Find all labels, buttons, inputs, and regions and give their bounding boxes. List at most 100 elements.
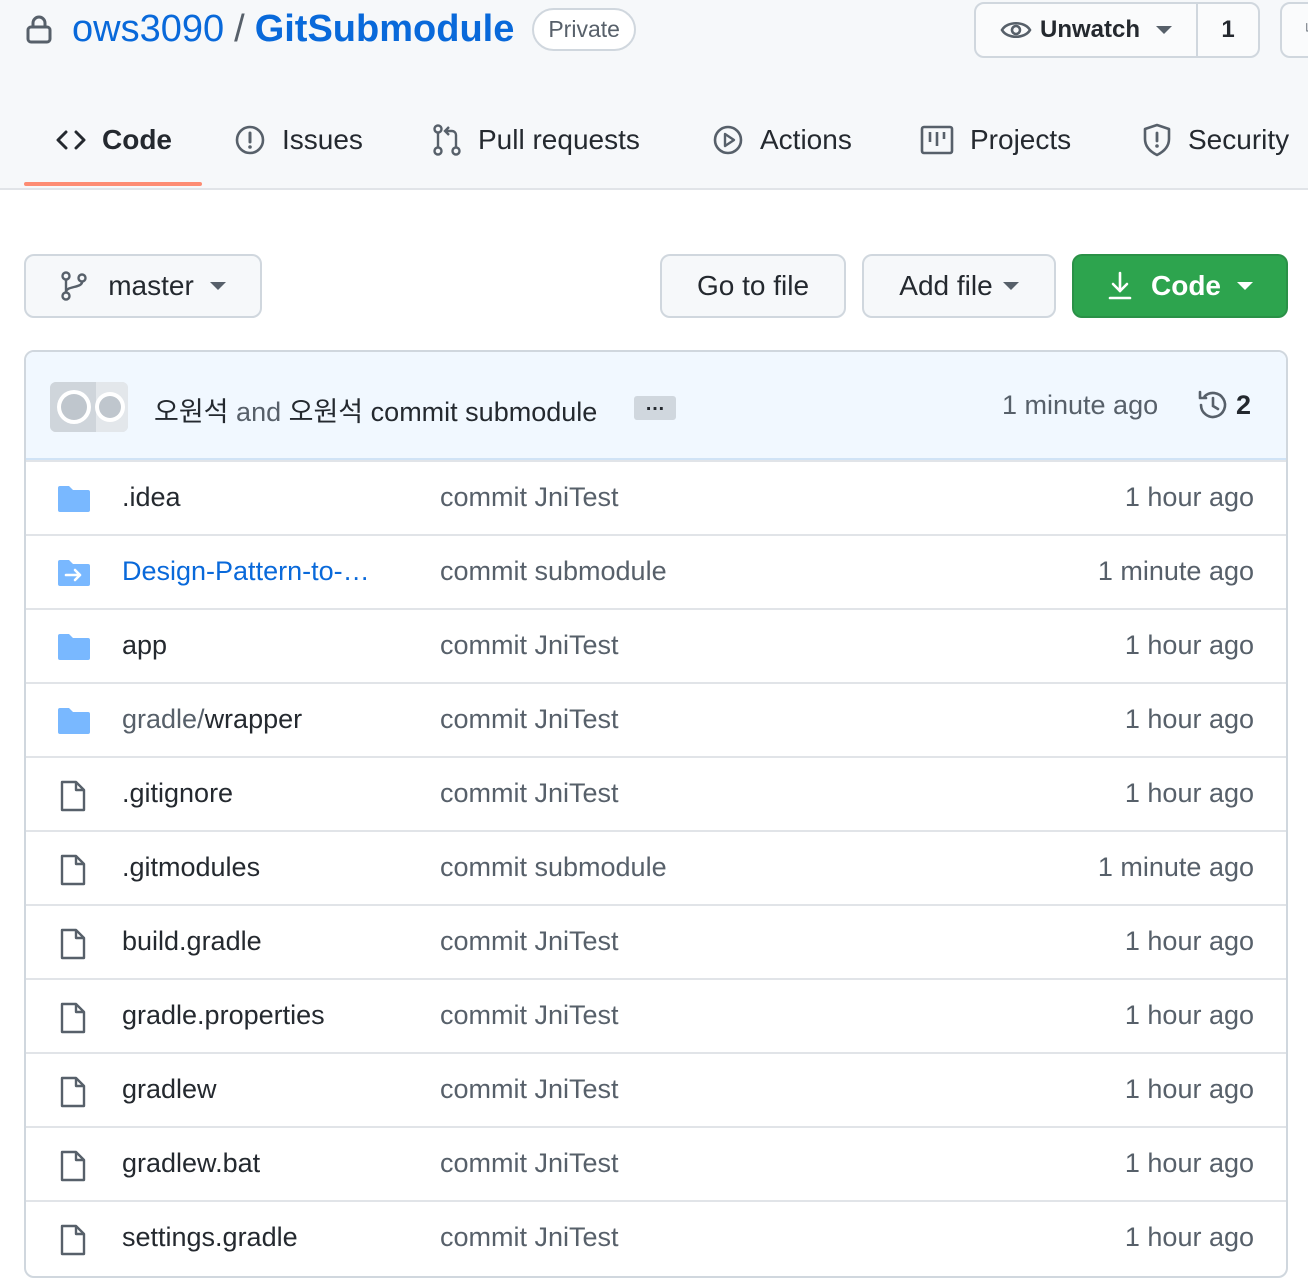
file-row[interactable]: gradlew commit JniTest 1 hour ago (26, 1052, 1286, 1126)
fork-icon: ⑂ (1304, 18, 1308, 44)
file-row[interactable]: .gitignore commit JniTest 1 hour ago (26, 756, 1286, 830)
file-path-name: wrapper (204, 704, 303, 734)
repo-owner-link[interactable]: ows3090 (72, 8, 224, 51)
avatar[interactable] (50, 382, 128, 432)
file-name-link[interactable]: gradlew.bat (122, 1148, 260, 1179)
tab-projects[interactable]: Projects (920, 110, 1071, 170)
commit-count: 2 (1236, 389, 1252, 420)
code-button-label: Code (1151, 270, 1221, 301)
file-name-link[interactable]: .gitmodules (122, 852, 260, 883)
file-name-link[interactable]: app (122, 630, 167, 661)
file-commit-time: 1 hour ago (1124, 1222, 1254, 1252)
folder-icon (56, 484, 92, 516)
active-tab-indicator (24, 182, 202, 186)
eye-icon (1000, 18, 1034, 42)
repo-title-line: ows3090 / GitSubmodule Private (26, 6, 636, 52)
folder-icon (56, 706, 92, 738)
tab-code[interactable]: Code (56, 110, 172, 170)
repo-header: ows3090 / GitSubmodule Private Unwatch 1… (0, 0, 1308, 190)
file-icon (56, 1224, 92, 1256)
file-commit-time: 1 hour ago (1124, 630, 1254, 660)
file-commit-message[interactable]: commit submodule (440, 556, 667, 587)
tab-actions[interactable]: Actions (712, 110, 852, 170)
branch-icon (61, 271, 87, 301)
file-name-link[interactable]: build.gradle (122, 926, 262, 957)
file-name-link[interactable]: .gitignore (122, 778, 233, 809)
chevron-down-icon (1156, 26, 1173, 34)
fork-button[interactable]: ⑂ (1280, 2, 1308, 58)
watchers-count[interactable]: 1 (1198, 16, 1258, 44)
file-name-link[interactable]: settings.gradle (122, 1222, 298, 1253)
file-row[interactable]: build.gradle commit JniTest 1 hour ago (26, 904, 1286, 978)
file-name-link[interactable]: gradle/wrapper (122, 704, 302, 735)
tab-issues[interactable]: Issues (234, 110, 363, 170)
latest-commit-time[interactable]: 1 minute ago (1002, 390, 1158, 421)
unwatch-label: Unwatch (1040, 16, 1141, 43)
visibility-badge: Private (532, 7, 636, 51)
commit-author-link[interactable]: 오원석 (154, 397, 229, 427)
lock-icon (26, 14, 54, 44)
file-row[interactable]: Design-Pattern-to-… commit submodule 1 m… (26, 534, 1286, 608)
latest-commit-text: 오원석 and 오원석 commit submodule (154, 390, 597, 429)
file-commit-message[interactable]: commit JniTest (440, 704, 619, 735)
file-commit-message[interactable]: commit JniTest (440, 1000, 619, 1031)
file-commit-time: 1 minute ago (1097, 556, 1254, 586)
unwatch-button[interactable]: Unwatch (976, 4, 1198, 56)
file-path-prefix: gradle/ (122, 704, 205, 734)
file-row[interactable]: gradlew.bat commit JniTest 1 hour ago (26, 1126, 1286, 1200)
file-commit-message[interactable]: commit JniTest (440, 1222, 619, 1253)
tab-code-label: Code (102, 124, 172, 155)
folder-icon (56, 632, 92, 664)
issue-icon (235, 125, 265, 155)
file-row[interactable]: .gitmodules commit submodule 1 minute ag… (26, 830, 1286, 904)
file-name-link[interactable]: gradle.properties (122, 1000, 325, 1031)
file-commit-time: 1 hour ago (1124, 778, 1254, 808)
file-icon (56, 928, 92, 960)
file-commit-time: 1 hour ago (1124, 1148, 1254, 1178)
code-icon (56, 130, 86, 150)
commit-coauthor-link[interactable]: 오원석 (289, 397, 364, 427)
tab-security[interactable]: Security (1142, 110, 1289, 170)
pull-request-icon (433, 124, 461, 156)
file-row[interactable]: app commit JniTest 1 hour ago (26, 608, 1286, 682)
file-commit-message[interactable]: commit JniTest (440, 630, 619, 661)
file-icon (56, 1002, 92, 1034)
file-row[interactable]: gradle/wrapper commit JniTest 1 hour ago (26, 682, 1286, 756)
repo-nav-tabs: Code Issues Pull requests Actions Projec… (0, 110, 1308, 190)
code-download-button[interactable]: Code (1072, 254, 1288, 318)
chevron-down-icon (1237, 282, 1253, 290)
branch-name: master (108, 270, 194, 301)
file-row[interactable]: settings.gradle commit JniTest 1 hour ag… (26, 1200, 1286, 1274)
latest-commit-bar: 오원석 and 오원석 commit submodule … 1 minute … (26, 352, 1286, 460)
repo-name-link[interactable]: GitSubmodule (255, 8, 515, 51)
file-name-link[interactable]: .idea (122, 482, 181, 513)
file-icon (56, 854, 92, 886)
shield-icon (1143, 123, 1171, 157)
file-commit-message[interactable]: commit JniTest (440, 778, 619, 809)
commit-message-link[interactable]: commit submodule (371, 397, 598, 427)
file-row[interactable]: .idea commit JniTest 1 hour ago (26, 460, 1286, 534)
history-icon (1198, 390, 1227, 419)
file-commit-message[interactable]: commit JniTest (440, 926, 619, 957)
commit-history-link[interactable]: 2 (1196, 388, 1251, 422)
watch-button-group: Unwatch 1 (974, 2, 1260, 58)
submodule-name-link[interactable]: Design-Pattern-to-… (122, 556, 370, 587)
repo-separator: / (234, 7, 245, 50)
file-commit-message[interactable]: commit submodule (440, 852, 667, 883)
file-commit-time: 1 hour ago (1124, 926, 1254, 956)
commit-expand-button[interactable]: … (634, 394, 676, 420)
file-commit-message[interactable]: commit JniTest (440, 1074, 619, 1105)
commit-and-text: and (236, 397, 282, 427)
file-commit-message[interactable]: commit JniTest (440, 482, 619, 513)
file-name-link[interactable]: gradlew (122, 1074, 217, 1105)
add-file-label: Add file (899, 270, 993, 301)
chevron-down-icon (209, 282, 226, 290)
go-to-file-button[interactable]: Go to file (660, 254, 846, 318)
file-row[interactable]: gradle.properties commit JniTest 1 hour … (26, 978, 1286, 1052)
tab-pull-requests[interactable]: Pull requests (432, 110, 640, 170)
add-file-button[interactable]: Add file (862, 254, 1056, 318)
branch-selector[interactable]: master (24, 254, 262, 318)
submodule-folder-icon (56, 558, 92, 590)
file-commit-message[interactable]: commit JniTest (440, 1148, 619, 1179)
file-commit-time: 1 hour ago (1124, 1074, 1254, 1104)
